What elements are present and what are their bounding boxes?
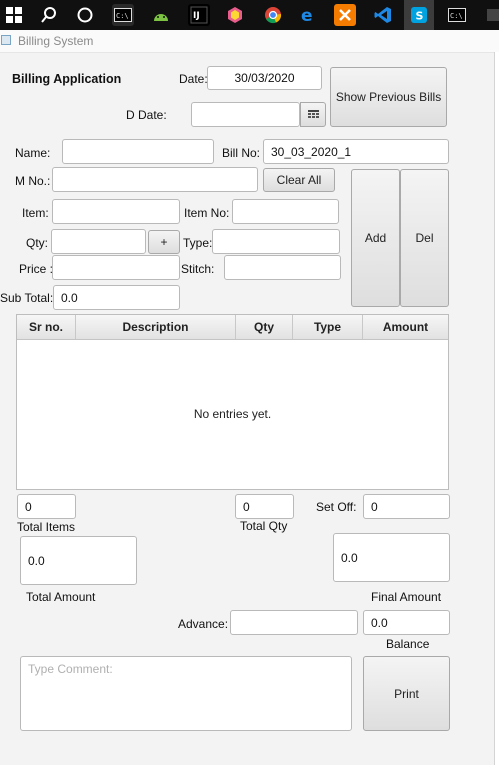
m-no-label: M No.: — [15, 174, 51, 188]
svg-text:C:\: C:\ — [116, 12, 129, 20]
ddate-label: D Date: — [126, 108, 167, 122]
edge-icon[interactable]: e — [298, 4, 320, 26]
add-button[interactable]: Add — [351, 169, 400, 307]
advance-label: Advance: — [178, 617, 229, 631]
price-field[interactable] — [52, 255, 180, 280]
column-header-sr-no[interactable]: Sr no. — [17, 315, 76, 339]
window-title: Billing System — [18, 34, 94, 48]
qty-label: Qty: — [26, 236, 49, 250]
intellij-icon[interactable]: IJ — [188, 4, 210, 26]
type-field[interactable] — [212, 229, 340, 254]
windows-start-icon[interactable] — [3, 4, 25, 26]
advance-field[interactable] — [230, 610, 358, 635]
show-previous-bills-button[interactable]: Show Previous Bills — [330, 67, 447, 127]
subtotal-label: Sub Total: — [0, 291, 54, 305]
app-icon — [1, 35, 11, 45]
date-field[interactable] — [207, 66, 322, 90]
item-field[interactable] — [52, 199, 180, 224]
calendar-icon — [307, 109, 319, 118]
bill-no-field[interactable] — [263, 139, 449, 164]
total-amount-label: Total Amount — [26, 590, 96, 604]
print-button[interactable]: Print — [363, 656, 450, 731]
total-amount-field[interactable] — [20, 536, 137, 585]
ddate-field[interactable] — [191, 102, 300, 127]
svg-text:S: S — [416, 10, 424, 23]
overflow-icon[interactable] — [482, 4, 499, 26]
table-empty-message: No entries yet. — [193, 407, 272, 421]
price-label: Price : — [19, 262, 54, 276]
total-items-field[interactable] — [17, 494, 76, 519]
bill-no-label: Bill No: — [222, 146, 261, 160]
xampp-icon[interactable] — [334, 4, 356, 26]
column-header-qty[interactable]: Qty — [236, 315, 293, 339]
set-off-field[interactable] — [363, 494, 450, 519]
column-header-description[interactable]: Description — [76, 315, 236, 339]
vscode-icon[interactable] — [372, 4, 394, 26]
balance-label: Balance — [386, 637, 430, 651]
total-qty-label: Total Qty — [240, 519, 288, 533]
search-icon[interactable] — [38, 4, 60, 26]
m-no-field[interactable] — [52, 167, 258, 192]
skype-icon[interactable]: S — [404, 0, 434, 30]
stitch-label: Stitch: — [181, 262, 215, 276]
name-field[interactable] — [62, 139, 214, 164]
set-off-label: Set Off: — [316, 500, 357, 514]
type-label: Type: — [183, 236, 213, 250]
window-titlebar: Billing System — [0, 30, 499, 53]
shield-app-icon[interactable] — [224, 4, 246, 26]
window-edge — [494, 52, 499, 765]
cortana-icon[interactable] — [74, 4, 96, 26]
comment-textarea[interactable] — [20, 656, 352, 731]
bill-items-table[interactable]: Sr no. Description Qty Type Amount No en… — [16, 314, 449, 490]
taskbar: C:\ IJ e S C:\ — [0, 0, 499, 30]
cmd-icon-2[interactable]: C:\ — [446, 4, 468, 26]
qty-increment-button[interactable]: + — [148, 230, 180, 254]
item-no-label: Item No: — [184, 206, 230, 220]
final-amount-label: Final Amount — [371, 590, 442, 604]
total-items-label: Total Items — [17, 520, 76, 534]
subtotal-field[interactable] — [53, 285, 180, 310]
final-amount-field[interactable] — [333, 533, 450, 582]
name-label: Name: — [15, 146, 51, 160]
cmd-icon[interactable]: C:\ — [112, 4, 134, 26]
clear-all-button[interactable]: Clear All — [263, 168, 335, 192]
item-no-field[interactable] — [232, 199, 339, 224]
qty-field[interactable] — [51, 229, 146, 254]
svg-text:IJ: IJ — [193, 11, 200, 21]
balance-field[interactable] — [363, 610, 450, 635]
svg-text:C:\: C:\ — [450, 12, 463, 20]
chrome-icon[interactable] — [262, 4, 284, 26]
del-button[interactable]: Del — [400, 169, 449, 307]
date-label: Date: — [179, 72, 208, 86]
column-header-type[interactable]: Type — [293, 315, 363, 339]
stitch-field[interactable] — [224, 255, 341, 280]
total-qty-field[interactable] — [235, 494, 294, 519]
android-studio-icon[interactable] — [150, 4, 172, 26]
app-title: Billing Application — [12, 72, 122, 86]
item-label: Item: — [22, 206, 49, 220]
calendar-picker-button[interactable] — [300, 102, 326, 127]
table-header: Sr no. Description Qty Type Amount — [17, 315, 448, 340]
column-header-amount[interactable]: Amount — [363, 315, 448, 339]
svg-text:e: e — [301, 6, 313, 24]
